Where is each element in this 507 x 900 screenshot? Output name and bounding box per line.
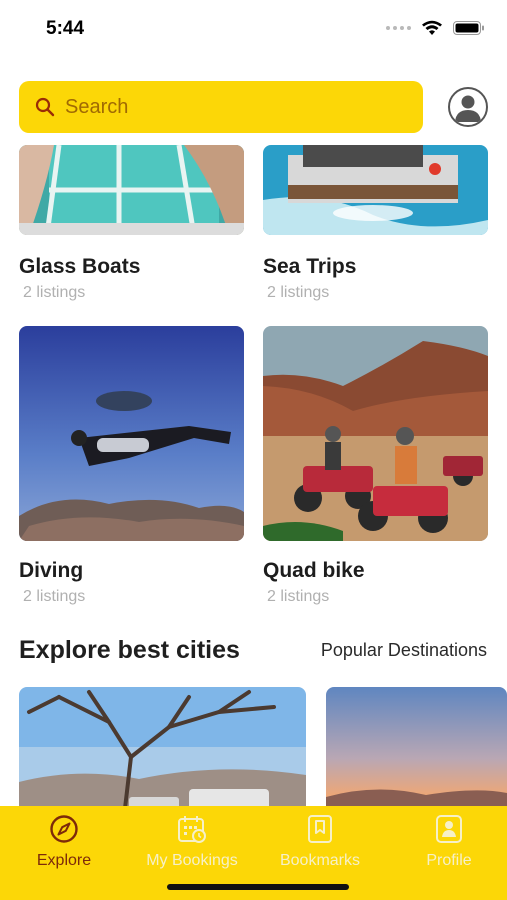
tab-profile[interactable]: Profile bbox=[389, 814, 507, 870]
calendar-icon bbox=[178, 816, 206, 843]
compass-icon bbox=[50, 815, 78, 843]
tab-label: Explore bbox=[36, 852, 92, 869]
category-card-quad-bike[interactable]: Quad bike 2 listings bbox=[263, 326, 488, 605]
explore-content[interactable]: Glass Boats 2 listings Sea Trips 2 listi… bbox=[0, 145, 507, 806]
city-image bbox=[19, 687, 306, 806]
tab-my-bookings[interactable]: My Bookings bbox=[132, 814, 252, 870]
category-title: Diving bbox=[19, 559, 84, 582]
popular-destinations-link[interactable]: Popular Destinations bbox=[321, 640, 487, 661]
cellular-signal-icon bbox=[386, 26, 411, 30]
profile-avatar-button[interactable] bbox=[448, 87, 488, 127]
bookmark-icon bbox=[308, 815, 332, 843]
category-image bbox=[19, 326, 244, 541]
tab-label: My Bookings bbox=[146, 852, 238, 869]
category-title: Sea Trips bbox=[263, 255, 357, 278]
section-title-explore-cities: Explore best cities bbox=[19, 636, 240, 664]
home-indicator[interactable] bbox=[167, 884, 349, 890]
tab-explore[interactable]: Explore bbox=[4, 814, 124, 870]
profile-icon bbox=[436, 815, 462, 843]
search-icon bbox=[35, 97, 55, 117]
status-bar: 5:44 bbox=[0, 0, 507, 60]
user-avatar-icon bbox=[455, 95, 481, 122]
tab-label: Bookmarks bbox=[279, 852, 361, 869]
category-card-diving[interactable]: Diving 2 listings bbox=[19, 326, 244, 605]
category-card-glass-boats[interactable]: Glass Boats 2 listings bbox=[19, 145, 244, 301]
category-image bbox=[263, 326, 488, 541]
tab-label: Profile bbox=[426, 852, 472, 869]
tab-bookmarks[interactable]: Bookmarks bbox=[260, 814, 380, 870]
category-card-sea-trips[interactable]: Sea Trips 2 listings bbox=[263, 145, 488, 301]
search-bar[interactable] bbox=[19, 81, 423, 133]
category-listings-count: 2 listings bbox=[23, 284, 86, 301]
category-title: Glass Boats bbox=[19, 255, 141, 278]
wifi-icon bbox=[422, 20, 442, 35]
battery-icon bbox=[453, 21, 484, 35]
status-icons bbox=[386, 20, 485, 36]
category-title: Quad bike bbox=[263, 559, 365, 582]
category-image bbox=[263, 145, 488, 235]
category-listings-count: 2 listings bbox=[267, 284, 330, 301]
city-card[interactable] bbox=[19, 687, 306, 806]
city-image bbox=[326, 687, 507, 806]
status-time: 5:44 bbox=[46, 18, 85, 39]
search-input[interactable] bbox=[65, 95, 365, 119]
category-listings-count: 2 listings bbox=[267, 588, 330, 605]
category-listings-count: 2 listings bbox=[23, 588, 86, 605]
city-card[interactable] bbox=[326, 687, 507, 806]
category-image bbox=[19, 145, 244, 235]
